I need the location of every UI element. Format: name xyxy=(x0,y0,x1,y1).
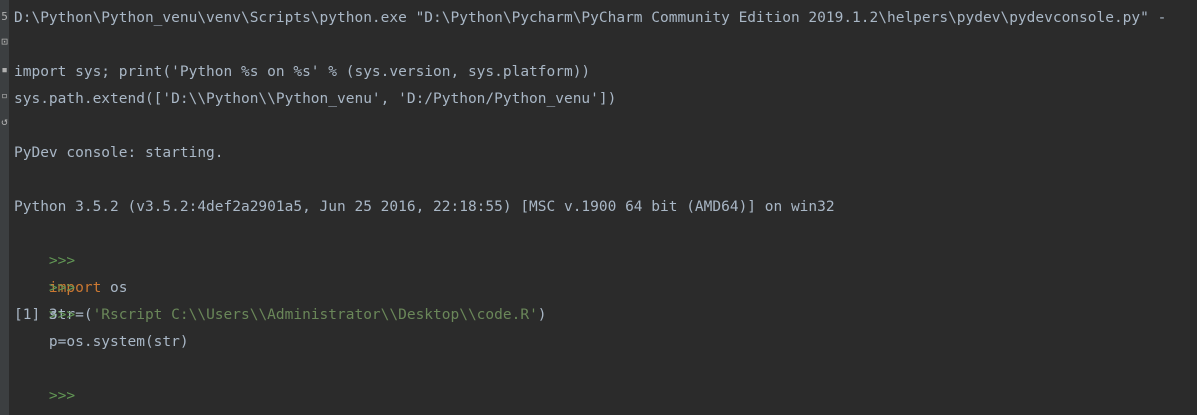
output-line: [1] 3 xyxy=(14,307,58,323)
command-line: D:\Python\Python_venu\venv\Scripts\pytho… xyxy=(14,10,1167,26)
code-text: p=os.system(str) xyxy=(48,334,189,350)
starting-message: PyDev console: starting. xyxy=(14,145,224,161)
stop-icon[interactable]: ⊡ xyxy=(0,32,9,52)
input-line: >>> str=('Rscript C:\\Users\\Administrat… xyxy=(14,248,547,323)
input-line: >>> p=os.system(str) xyxy=(14,275,189,350)
input-line: >>> import os xyxy=(14,221,128,296)
rerun-icon[interactable]: 5 xyxy=(0,7,9,27)
prompt: >>> xyxy=(48,388,76,404)
code-text: ) xyxy=(537,307,547,323)
print-icon[interactable]: ▫ xyxy=(0,86,9,106)
init-line-1: import sys; print('Python %s on %s' % (s… xyxy=(14,64,591,80)
init-line-2: sys.path.extend(['D:\\Python\\Python_ven… xyxy=(14,91,617,107)
active-prompt-line[interactable]: >>> xyxy=(14,356,75,404)
console-toolbar: 5 ⊡ ▪ ▫ ↺ xyxy=(0,0,9,415)
string-literal: 'Rscript C:\\Users\\Administrator\\Deskt… xyxy=(92,307,538,323)
python-version-line: Python 3.5.2 (v3.5.2:4def2a2901a5, Jun 2… xyxy=(14,199,835,215)
soft-wrap-icon[interactable]: ▪ xyxy=(0,60,9,80)
python-console-output[interactable]: D:\Python\Python_venu\venv\Scripts\pytho… xyxy=(14,0,1197,415)
history-icon[interactable]: ↺ xyxy=(0,112,9,132)
